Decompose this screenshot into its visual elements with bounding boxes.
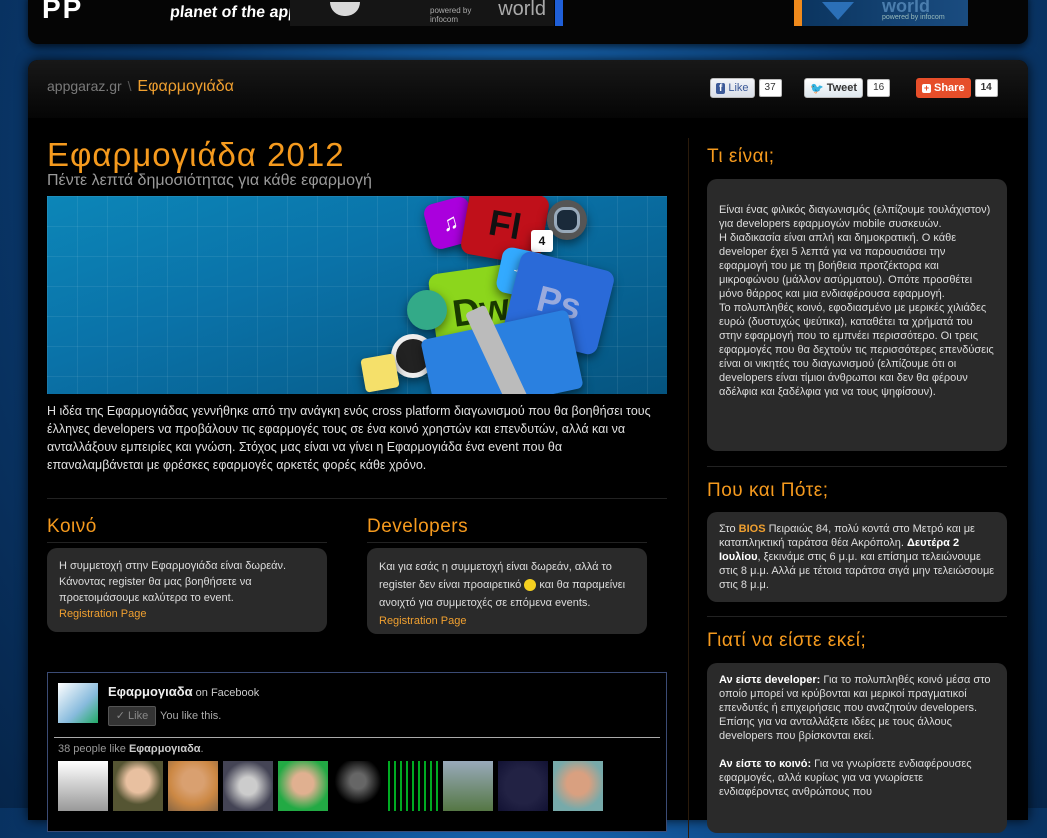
facebook-icon: f [716,82,726,94]
koino-registration-link[interactable]: Registration Page [59,608,146,620]
share-count: 14 [974,79,998,97]
divider-orange [794,0,802,26]
breadcrumb-current: Εφαρμογιάδα [137,78,234,95]
fan-faces [58,761,603,811]
page-avatar[interactable] [58,683,98,723]
where-post: , ξεκινάμε στις 6 μ.μ. και επίσημα τελει… [719,551,995,591]
tweet-count: 16 [867,79,891,97]
divider [47,498,667,499]
fb-page-name[interactable]: Εφαρμογιαδα [108,684,193,699]
hero-image: ♫ Fl 4 Dw ✦ Ps [47,196,667,394]
page-subtitle: Πέντε λεπτά δημοσιότητας για κάθε εφαρμο… [47,172,372,189]
fan-avatar[interactable] [113,761,163,811]
breadcrumb-home-link[interactable]: appgaraz.gr [47,78,122,94]
divider [54,737,660,738]
fan-avatar[interactable] [168,761,218,811]
why-heading: Γιατί να είστε εκεί; [707,630,867,651]
why-dev-label: Αν είστε developer: [719,674,821,686]
ad-banner-world-2[interactable]: world powered by infocom [802,0,968,26]
fan-avatar[interactable] [388,761,438,811]
notes-icon [360,353,400,393]
logo-tagline: planet of the apps [169,4,308,21]
divider [47,542,327,543]
where-heading: Που και Πότε; [707,480,829,501]
facebook-like-widget: f Like 37 [710,78,782,98]
sidebar-divider [688,138,689,838]
smiley-icon [524,579,537,592]
ad-banner-world[interactable]: powered by infocom world [290,0,554,26]
developers-registration-link[interactable]: Registration Page [379,615,466,627]
divider [707,616,1007,617]
banner-powered-text: powered by infocom [430,6,472,24]
koino-heading: Κοινό [47,516,97,537]
fb-page-name-line: Εφαρμογιαδα on Facebook [108,684,259,699]
fan-avatar[interactable] [553,761,603,811]
developers-box: Και για εσάς η συμμετοχή είναι δωρεάν, α… [367,548,647,634]
facebook-like-box: Εφαρμογιαδα on Facebook ✓ Like You like … [47,672,667,832]
divider-blue [555,0,563,26]
fb-like-button[interactable]: ✓ Like [108,706,156,726]
tweet-label: Tweet [826,82,858,94]
page-title: Εφαρμογιάδα 2012 [47,136,345,173]
share-button[interactable]: + Share [916,78,971,98]
what-heading: Τι είναι; [707,146,775,167]
fb-you-like-text: You like this. [160,710,222,722]
fan-avatar[interactable] [223,761,273,811]
fb-people-count: 38 people like Εφαρμογιαδα. [58,743,204,755]
where-pre: Στο [719,523,739,535]
fan-avatar[interactable] [278,761,328,811]
main-panel: appgaraz.gr \ Εφαρμογιάδα f Like 37 🐦 Tw… [28,60,1028,838]
fan-avatar[interactable] [58,761,108,811]
share-plus-icon: + [922,82,931,93]
divider [707,466,1007,467]
fb-count-end: . [200,743,204,755]
top-banner-bar: PP planet of the apps powered by infocom… [28,0,1028,44]
banner-arrow-icon [822,2,854,20]
why-public-label: Αν είστε το κοινό: [719,758,812,770]
camera-icon [547,200,587,240]
logo-mark: PP [42,0,84,24]
breadcrumb-bar: appgaraz.gr \ Εφαρμογιάδα f Like 37 🐦 Tw… [28,60,1028,118]
facebook-like-label: Like [728,82,749,94]
tweet-widget: 🐦 Tweet 16 [804,78,891,98]
facebook-like-button[interactable]: f Like [710,78,755,98]
where-box: Στο BIOS Πειραιώς 84, πολύ κοντά στο Μετ… [707,512,1007,602]
messages-icon [407,290,447,330]
banner2-powered-text: powered by infocom [882,14,945,21]
what-text: Είναι ένας φιλικός διαγωνισμός (ελπίζουμ… [719,204,994,398]
koino-text: Η συμμετοχή στην Εφαρμογιάδα είναι δωρεά… [59,560,287,604]
where-venue: BIOS [738,523,766,535]
what-box: Είναι ένας φιλικός διαγωνισμός (ελπίζουμ… [707,179,1007,451]
calendar-icon: 4 [531,230,553,252]
fb-count-text: 38 people like [58,743,129,755]
twitter-bird-icon: 🐦 [810,82,824,95]
breadcrumb: appgaraz.gr \ Εφαρμογιάδα [47,78,234,96]
fan-avatar[interactable] [443,761,493,811]
koino-box: Η συμμετοχή στην Εφαρμογιάδα είναι δωρεά… [47,548,327,632]
banner-shape-icon [330,2,360,16]
tweet-button[interactable]: 🐦 Tweet [804,78,864,98]
developers-heading: Developers [367,516,469,537]
share-label: Share [934,82,965,94]
breadcrumb-separator: \ [127,78,132,94]
divider [367,542,647,543]
fan-avatar[interactable] [498,761,548,811]
fb-on-facebook: on Facebook [192,687,260,699]
facebook-like-count: 37 [758,79,782,97]
fb-count-name[interactable]: Εφαρμογιαδα [129,743,201,755]
fan-avatar[interactable] [333,761,383,811]
banner-word-text: world [498,0,546,20]
share-widget: + Share 14 [916,78,998,98]
intro-paragraph: Η ιδέα της Εφαρμογιάδας γεννήθηκε από τη… [47,404,651,472]
